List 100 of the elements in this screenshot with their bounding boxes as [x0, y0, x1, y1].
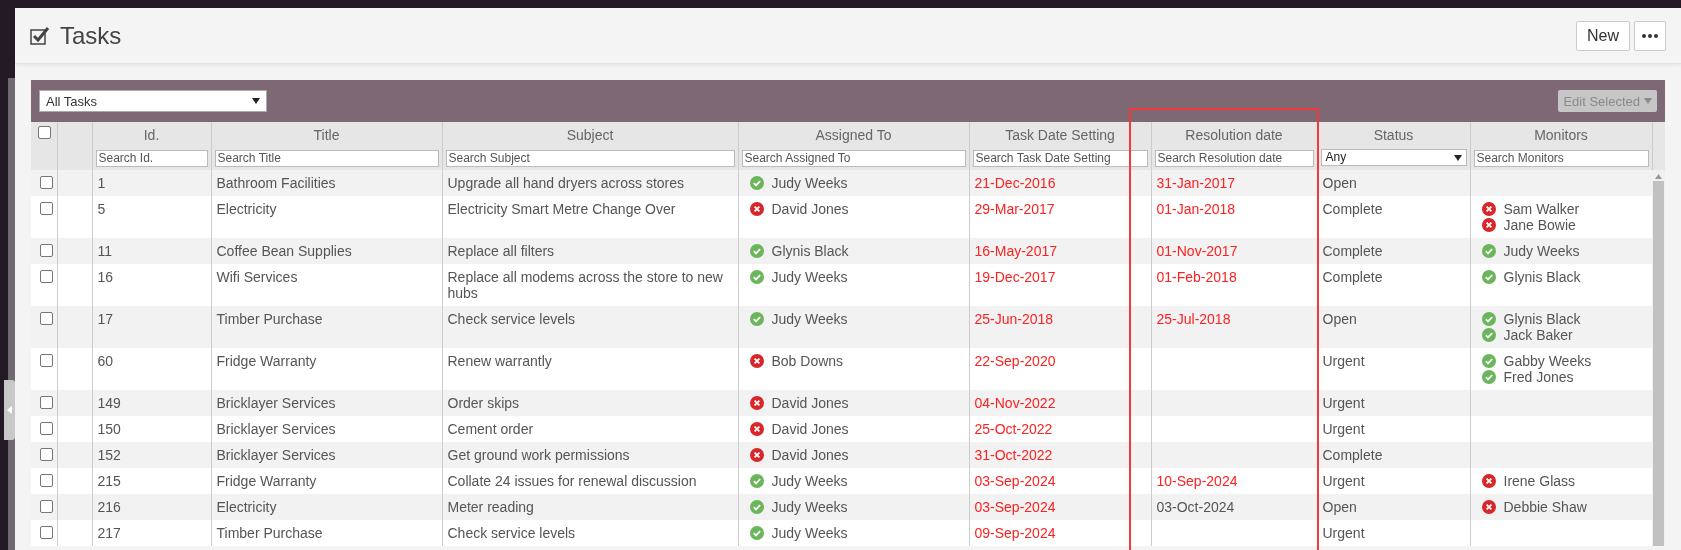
check-circle-icon	[749, 473, 764, 488]
table-row[interactable]: 60 Fridge Warranty Renew warrantly Bob Downs 22-Sep-2020 Urgent Gabby Weeks Fred Jones	[31, 347, 1652, 390]
filter-field[interactable]: Search Monitors	[1473, 149, 1649, 167]
column-header: Subject	[565, 126, 615, 145]
scrollbar[interactable]	[1652, 169, 1665, 546]
table-cell: 31-Oct-2022	[974, 446, 1053, 463]
table-cell: Order skips	[447, 394, 520, 411]
table-row[interactable]: 216 Electricity Meter reading Judy Weeks 03-Sep-2024 03-Oct-2024 Open Debbie Shaw	[31, 493, 1652, 520]
table-cell: 149	[97, 394, 121, 411]
table-row[interactable]: 11 Coffee Bean Supplies Replace all filters Glynis Black 16-May-2017 01-Nov-2017 Complete Judy Weeks	[31, 237, 1652, 264]
more-icon	[1642, 33, 1658, 38]
table-row[interactable]: 150 Bricklayer Services Cement order David Jones 25-Oct-2022 Urgent	[31, 415, 1652, 442]
table-cell: 03-Sep-2024	[974, 472, 1056, 489]
table-cell: 216	[97, 498, 121, 515]
check-circle-icon	[1481, 327, 1496, 342]
row-checkbox[interactable]	[40, 421, 53, 435]
cross-circle-icon	[749, 421, 764, 436]
table-cell: Urgent	[1322, 420, 1365, 437]
filter-field[interactable]: Search Task Date Setting	[972, 149, 1148, 167]
row-checkbox[interactable]	[40, 499, 53, 513]
table-cell: Judy Weeks	[1503, 242, 1580, 259]
row-checkbox[interactable]	[40, 175, 53, 189]
table-cell: Bricklayer Services	[216, 420, 336, 437]
check-circle-icon	[1481, 353, 1496, 368]
row-checkbox[interactable]	[40, 473, 53, 487]
column-header: Task Date Setting	[1004, 126, 1116, 145]
row-checkbox[interactable]	[40, 353, 53, 367]
column-header: Title	[312, 126, 341, 145]
more-button[interactable]	[1634, 20, 1666, 51]
row-checkbox[interactable]	[40, 201, 53, 215]
table-cell: 215	[97, 472, 121, 489]
column-header: Monitors	[1533, 126, 1589, 145]
table-row[interactable]: 17 Timber Purchase Check service levels Judy Weeks 25-Jun-2018 25-Jul-2018 Open Glynis Black Jack Baker	[31, 305, 1652, 348]
view-select[interactable]: All Tasks	[39, 90, 267, 112]
row-checkbox[interactable]	[40, 525, 53, 539]
row-checkbox[interactable]	[40, 311, 53, 325]
filter-field[interactable]: Search Subject	[445, 149, 735, 167]
caret-icon	[252, 98, 260, 104]
check-circle-icon	[749, 269, 764, 284]
column-header: Status	[1372, 126, 1415, 145]
table-cell: 09-Sep-2024	[974, 524, 1056, 541]
collapse-handle[interactable]	[4, 380, 15, 440]
table-cell: Replace all modems across the store to new hubs	[447, 268, 723, 301]
table-cell: 16-May-2017	[974, 242, 1057, 259]
table-cell: Glynis Black	[1503, 310, 1581, 327]
table-cell: Jane Bowie	[1503, 216, 1576, 233]
table-cell: 25-Jul-2018	[1156, 310, 1231, 327]
table-row[interactable]: 16 Wifi Services Replace all modems across the store to new hubs Judy Weeks 19-Dec-2017 01-Feb-2018 Complete Glynis Black	[31, 263, 1652, 306]
table-cell: Jack Baker	[1503, 326, 1573, 343]
new-button[interactable]: New	[1576, 20, 1630, 51]
select-all-checkbox[interactable]	[38, 126, 51, 139]
filter-field[interactable]: Search Assigned To	[741, 149, 966, 167]
table-cell: Glynis Black	[771, 242, 849, 259]
filter-field[interactable]: Search Id.	[95, 149, 208, 167]
table-cell: Timber Purchase	[216, 310, 323, 327]
table-cell: Judy Weeks	[771, 472, 848, 489]
column-header: Id.	[142, 126, 161, 145]
table-cell: 22-Sep-2020	[974, 352, 1056, 369]
table-cell: Complete	[1322, 446, 1383, 463]
row-checkbox[interactable]	[40, 243, 53, 257]
table-row[interactable]: 215 Fridge Warranty Collate 24 issues for renewal discussion Judy Weeks 03-Sep-2024 10-Sep-2024 Urgent Irene Glass	[31, 467, 1652, 494]
table-cell: Cement order	[447, 420, 534, 437]
table-cell: 150	[97, 420, 121, 437]
table-cell: 01-Nov-2017	[1156, 242, 1238, 259]
filter-field[interactable]: Search Title	[214, 149, 439, 167]
table-cell: Upgrade all hand dryers across stores	[447, 174, 685, 191]
scrollbar-thumb[interactable]	[1653, 180, 1664, 546]
cross-circle-icon	[1481, 473, 1496, 488]
table-cell: Glynis Black	[1503, 268, 1581, 285]
table-cell: 04-Nov-2022	[974, 394, 1056, 411]
filter-field[interactable]: Search Resolution date	[1154, 149, 1314, 167]
table-cell: 152	[97, 446, 121, 463]
check-circle-icon	[1481, 369, 1496, 384]
check-circle-icon	[749, 311, 764, 326]
table-cell: David Jones	[771, 446, 849, 463]
table-row[interactable]: 5 Electricity Electricity Smart Metre Change Over David Jones 29-Mar-2017 01-Jan-2018 Complete Sam Walker Jane Bowie	[31, 195, 1652, 238]
table-row[interactable]: 152 Bricklayer Services Get ground work permissions David Jones 31-Oct-2022 Complete	[31, 441, 1652, 468]
status-filter[interactable]: Any	[1320, 149, 1467, 166]
check-circle-icon	[749, 175, 764, 190]
table-cell: Collate 24 issues for renewal discussion	[447, 472, 697, 489]
table-cell: Bob Downs	[771, 352, 844, 369]
table-cell: Debbie Shaw	[1503, 498, 1587, 515]
row-checkbox[interactable]	[40, 447, 53, 461]
table-cell: 01-Jan-2018	[1156, 200, 1236, 217]
check-circle-icon	[1481, 269, 1496, 284]
check-circle-icon	[749, 243, 764, 258]
table-cell: Fred Jones	[1503, 368, 1574, 385]
table-cell: 25-Jun-2018	[974, 310, 1054, 327]
table-row[interactable]: 149 Bricklayer Services Order skips David Jones 04-Nov-2022 Urgent	[31, 389, 1652, 416]
table-cell: Gabby Weeks	[1503, 352, 1592, 369]
table-cell: 217	[97, 524, 121, 541]
row-checkbox[interactable]	[40, 269, 53, 283]
table-cell: Open	[1322, 310, 1357, 327]
table-cell: Fridge Warranty	[216, 352, 317, 369]
table-cell: Get ground work permissions	[447, 446, 630, 463]
row-checkbox[interactable]	[40, 395, 53, 409]
check-circle-icon	[1481, 311, 1496, 326]
table-cell: 16	[97, 268, 114, 285]
table-row[interactable]: 1 Bathroom Facilities Upgrade all hand dryers across stores Judy Weeks 21-Dec-2016 31-Jan-2017 Open	[31, 169, 1652, 196]
table-row[interactable]: 217 Timber Purchase Check service levels Judy Weeks 09-Sep-2024 Urgent	[31, 519, 1652, 546]
